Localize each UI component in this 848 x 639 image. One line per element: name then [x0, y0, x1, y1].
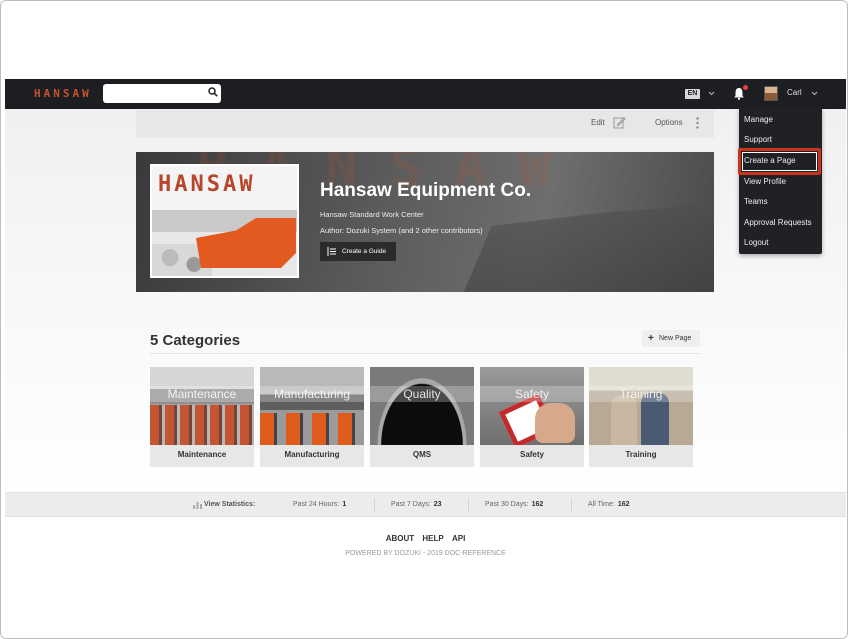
bar-chart-icon [193, 502, 202, 509]
categories-heading: 5 Categories [150, 332, 241, 349]
top-nav-bar: HANSAW EN Carl [5, 79, 846, 109]
divider [150, 353, 700, 354]
create-guide-button[interactable]: Create a Guide [320, 242, 396, 261]
chevron-down-icon[interactable] [708, 91, 715, 96]
category-label: Training [625, 450, 657, 459]
page-author[interactable]: Author: Dozuki System (and 2 other contr… [320, 226, 483, 235]
menu-item-view-profile[interactable]: View Profile [744, 177, 786, 186]
search-input[interactable] [103, 84, 221, 103]
screenshot-frame: HANSAW EN Carl Edit Options HANSAW HANSA… [0, 0, 848, 639]
language-selector[interactable]: EN [685, 89, 700, 99]
menu-item-support[interactable]: Support [744, 135, 772, 144]
user-dropdown-menu: Manage Support Create a Page View Profil… [739, 107, 822, 254]
search-icon[interactable] [208, 87, 218, 97]
menu-item-manage[interactable]: Manage [744, 115, 773, 124]
create-guide-label: Create a Guide [342, 248, 387, 255]
stat-label: Past 24 Hours: [293, 501, 340, 508]
category-image: Safety [480, 367, 584, 445]
highlight-annotation [738, 148, 821, 175]
new-page-button[interactable]: + New Page [642, 330, 700, 347]
notification-badge [743, 85, 748, 90]
powered-by-text: POWERED BY DOZUKI - 2019 DOC-REFERENCE [345, 550, 506, 557]
chevron-down-icon[interactable] [811, 91, 818, 96]
thumbnail-logo: HANSAW [158, 172, 256, 197]
category-card-maintenance[interactable]: Maintenance Maintenance [150, 367, 254, 467]
stat-past-7-days: Past 7 Days: 23 [391, 501, 441, 508]
menu-item-teams[interactable]: Teams [744, 197, 768, 206]
category-image: Maintenance [150, 367, 254, 445]
footer-links: ABOUT HELP API [5, 534, 846, 543]
page-toolbar: Edit Options [136, 110, 714, 138]
view-statistics-bar: View Statistics: Past 24 Hours: 1 Past 7 … [5, 492, 846, 517]
edit-button[interactable]: Edit [591, 118, 605, 127]
category-label: Maintenance [177, 450, 227, 459]
stat-label: All Time: [588, 501, 615, 508]
view-statistics-label[interactable]: View Statistics: [204, 501, 255, 508]
category-image-caption: Maintenance [150, 386, 254, 402]
stat-label: Past 30 Days: [485, 501, 529, 508]
site-logo[interactable]: HANSAW [34, 87, 92, 100]
category-image-caption: Quality [370, 386, 474, 402]
plus-icon: + [648, 333, 654, 344]
options-button[interactable]: Options [655, 118, 683, 127]
category-image: Quality [370, 367, 474, 445]
footer-link-about[interactable]: ABOUT [386, 534, 414, 543]
avatar[interactable] [764, 86, 778, 101]
category-card-manufacturing[interactable]: Manufacturing Manufacturing [260, 367, 364, 467]
page-title: Hansaw Equipment Co. [320, 180, 532, 201]
category-label: Safety [519, 450, 544, 459]
stat-value: 23 [433, 501, 442, 508]
category-label: Manufacturing [284, 450, 340, 459]
page-subtitle: Hansaw Standard Work Center [320, 210, 424, 219]
category-card-training[interactable]: Training Training [589, 367, 693, 467]
menu-item-approval-requests[interactable]: Approval Requests [744, 218, 812, 227]
category-image: Manufacturing [260, 367, 364, 445]
footer-link-api[interactable]: API [452, 534, 465, 543]
more-vertical-icon[interactable] [696, 117, 699, 129]
stat-value: 162 [531, 501, 544, 508]
page-thumbnail: HANSAW [150, 164, 299, 278]
category-card-qms[interactable]: Quality QMS [370, 367, 474, 467]
stat-past-24-hours: Past 24 Hours: 1 [293, 501, 346, 508]
category-image-caption: Training [589, 386, 693, 402]
stat-label: Past 7 Days: [391, 501, 431, 508]
footer-link-help[interactable]: HELP [422, 534, 443, 543]
category-label: QMS [412, 450, 432, 459]
user-name[interactable]: Carl [787, 88, 802, 97]
stat-past-30-days: Past 30 Days: 162 [485, 501, 543, 508]
page-header-banner: HANSAW HANSAW Hansaw Equipment Co. Hansa… [136, 152, 714, 292]
menu-item-logout[interactable]: Logout [744, 238, 768, 247]
list-icon [327, 247, 336, 256]
category-card-safety[interactable]: Safety Safety [480, 367, 584, 467]
category-image-caption: Safety [480, 386, 584, 402]
new-page-label: New Page [659, 335, 692, 342]
stat-all-time: All Time: 162 [588, 501, 630, 508]
edit-icon[interactable] [613, 116, 626, 129]
stat-value: 162 [617, 501, 630, 508]
category-image: Training [589, 367, 693, 445]
stat-value: 1 [342, 501, 347, 508]
category-image-caption: Manufacturing [260, 386, 364, 402]
app-window: HANSAW EN Carl Edit Options HANSAW HANSA… [5, 79, 846, 582]
